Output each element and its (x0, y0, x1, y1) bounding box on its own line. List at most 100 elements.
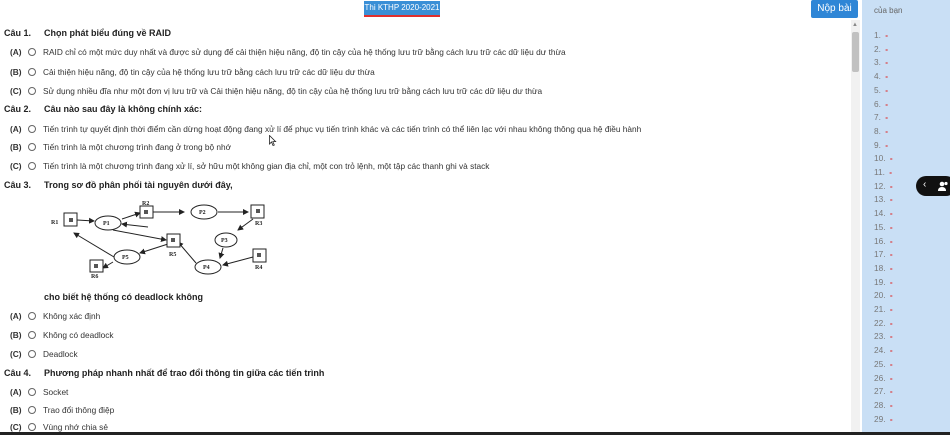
option-text: Trao đổi thông điệp (43, 405, 115, 415)
diagram-label-p3: P3 (221, 238, 228, 244)
answer-item-number: 12. (874, 180, 886, 191)
option-4b[interactable]: (B) Trao đổi thông điệp (10, 405, 114, 415)
answer-item-number: 5. (874, 84, 881, 95)
answer-item-status: - (889, 276, 893, 287)
answer-item-number: 20. (874, 290, 886, 301)
submit-button[interactable]: Nộp bài (811, 0, 858, 18)
option-2c[interactable]: (C) Tiến trình là một chương trình đang x… (10, 161, 489, 171)
diagram-label-r4: R4 (255, 265, 262, 271)
option-text: Cải thiện hiệu năng, độ tin cậy của hệ t… (43, 67, 375, 77)
option-3b[interactable]: (B) Không có deadlock (10, 330, 114, 340)
option-label: (A) (10, 311, 22, 321)
answer-item[interactable]: 1. - (874, 30, 888, 40)
radio-button[interactable] (28, 68, 36, 76)
answer-item[interactable]: 23. - (874, 331, 893, 341)
scroll-up-icon[interactable]: ▲ (852, 22, 858, 28)
answer-item-status: - (889, 249, 893, 260)
answer-item[interactable]: 11. - (874, 167, 892, 177)
chat-bubble[interactable]: ‹ (916, 176, 950, 196)
answer-item-number: 17. (874, 249, 886, 260)
radio-button[interactable] (28, 423, 36, 431)
answer-item[interactable]: 3. - (874, 57, 888, 67)
answer-item[interactable]: 8. - (874, 126, 888, 136)
answer-item[interactable]: 7. - (874, 112, 888, 122)
answer-item-number: 16. (874, 235, 886, 246)
option-text: Deadlock (43, 349, 78, 359)
answer-item[interactable]: 10. - (874, 153, 893, 163)
answer-item-number: 13. (874, 194, 886, 205)
answer-item-number: 23. (874, 331, 886, 342)
radio-button[interactable] (28, 350, 36, 358)
radio-button[interactable] (28, 388, 36, 396)
answer-item[interactable]: 28. - (874, 400, 893, 410)
answer-item[interactable]: 21. - (874, 304, 893, 314)
radio-button[interactable] (28, 312, 36, 320)
answer-item[interactable]: 19. - (874, 277, 893, 287)
option-3c[interactable]: (C) Deadlock (10, 349, 78, 359)
question-4-title: Câu 4. Phương pháp nhanh nhất để trao đổi… (4, 368, 324, 378)
answer-item[interactable]: 22. - (874, 318, 893, 328)
resource-allocation-diagram: R1 P1 R2 P2 R3 P3 R5 P5 R6 P4 R4 (51, 201, 267, 278)
option-4c[interactable]: (C) Vùng nhớ chia sẻ (10, 422, 108, 432)
question-text: Trong sơ đồ phân phối tài nguyên dưới đâ… (44, 180, 233, 190)
option-text: Không có deadlock (43, 330, 114, 340)
answer-item[interactable]: 2. - (874, 44, 888, 54)
answer-item-status: - (889, 372, 893, 383)
radio-button[interactable] (28, 48, 36, 56)
answer-panel: của bạn 1. -2. -3. -4. -5. -6. -7. -8. -… (862, 0, 950, 435)
radio-button[interactable] (28, 331, 36, 339)
answer-item[interactable]: 6. - (874, 99, 888, 109)
answer-item-status: - (885, 112, 888, 123)
answer-item-status: - (885, 125, 888, 136)
answer-item[interactable]: 9. - (874, 140, 888, 150)
answer-item[interactable]: 15. - (874, 222, 893, 232)
answer-item-status: - (889, 153, 893, 164)
answer-item[interactable]: 12. - (874, 181, 893, 191)
radio-button[interactable] (28, 406, 36, 414)
answer-item-number: 24. (874, 345, 886, 356)
option-1c[interactable]: (C) Sử dụng nhiều đĩa như một đơn vị lưu … (10, 86, 542, 96)
answer-item-number: 14. (874, 208, 886, 219)
radio-button[interactable] (28, 87, 36, 95)
radio-button[interactable] (28, 143, 36, 151)
option-text: Tiến trình là một chương trình đang ở tr… (43, 142, 232, 152)
radio-button[interactable] (28, 162, 36, 170)
question-2-title: Câu 2. Câu nào sau đây là không chính xác… (4, 104, 202, 114)
option-text: RAID chỉ có một mức duy nhất và được sử … (43, 47, 566, 57)
answer-item[interactable]: 18. - (874, 263, 893, 273)
option-3a[interactable]: (A) Không xác định (10, 311, 100, 321)
chevron-left-icon: ‹ (923, 179, 927, 190)
answer-item[interactable]: 25. - (874, 359, 893, 369)
mouse-cursor-icon (269, 135, 277, 147)
answer-item-status: - (889, 221, 893, 232)
answer-item[interactable]: 20. - (874, 290, 893, 300)
question-3-followup: cho biết hệ thống có deadlock không (44, 292, 204, 302)
content-scrollbar[interactable]: ▲ (851, 20, 860, 435)
answer-item[interactable]: 13. - (874, 194, 893, 204)
option-2b[interactable]: (B) Tiến trình là một chương trình đang ở… (10, 142, 231, 152)
scroll-thumb[interactable] (852, 32, 859, 72)
answer-item[interactable]: 24. - (874, 345, 893, 355)
option-label: (C) (10, 86, 22, 96)
answer-item[interactable]: 29. - (874, 414, 893, 424)
answer-item[interactable]: 16. - (874, 236, 893, 246)
answer-item-number: 15. (874, 221, 886, 232)
option-2a[interactable]: (A) Tiến trình tự quyết định thời điểm cầ… (10, 124, 641, 134)
answer-item[interactable]: 26. - (874, 373, 893, 383)
option-label: (C) (10, 422, 22, 432)
option-1a[interactable]: (A) RAID chỉ có một mức duy nhất và được … (10, 47, 566, 57)
answer-item-number: 7. (874, 112, 881, 123)
answer-item-status: - (889, 304, 893, 314)
answer-item-number: 4. (874, 71, 881, 82)
option-4a[interactable]: (A) Socket (10, 387, 68, 397)
option-1b[interactable]: (B) Cải thiện hiệu năng, độ tin cậy của h… (10, 67, 375, 77)
answer-item-number: 6. (874, 98, 881, 109)
answer-item[interactable]: 14. - (874, 208, 893, 218)
radio-button[interactable] (28, 125, 36, 133)
answer-item[interactable]: 4. - (874, 71, 888, 81)
answer-item-status: - (885, 57, 888, 68)
answer-item[interactable]: 27. - (874, 386, 893, 396)
answer-item[interactable]: 17. - (874, 249, 893, 259)
answer-item[interactable]: 5. - (874, 85, 888, 95)
option-label: (A) (10, 387, 22, 397)
